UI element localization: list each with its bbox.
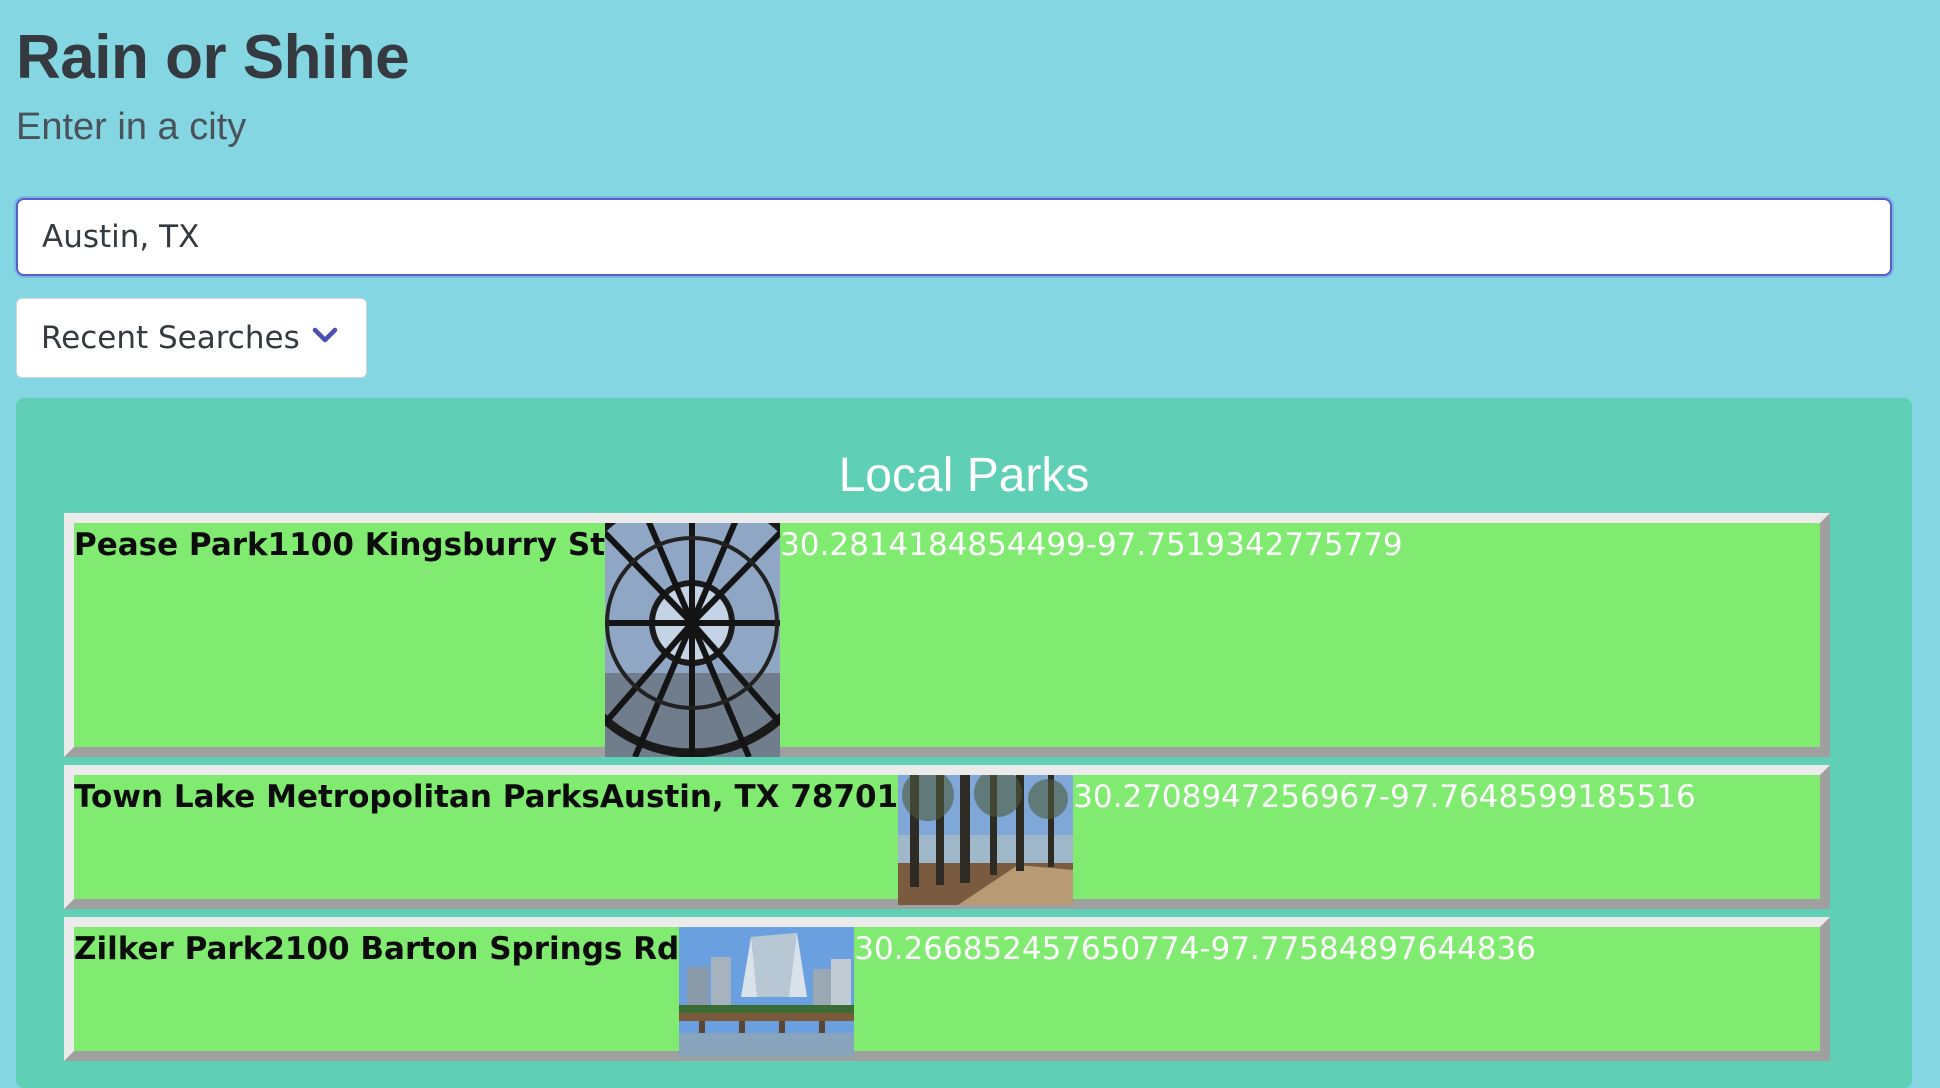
park-coordinates: 30.2814184854499-97.7519342775779 xyxy=(780,527,1403,563)
town-lake-photo xyxy=(898,775,1074,905)
park-name-address: Zilker Park2100 Barton Springs Rd xyxy=(74,931,680,967)
park-list: Pease Park1100 Kingsburry St 30.28141848… xyxy=(64,513,1830,1069)
recent-searches-dropdown[interactable]: Recent Searches xyxy=(16,298,367,378)
recent-searches-label: Recent Searches xyxy=(41,320,300,356)
park-item[interactable]: Zilker Park2100 Barton Springs Rd 30.266… xyxy=(64,917,1830,1061)
local-parks-heading: Local Parks xyxy=(838,449,1090,502)
city-search-input[interactable] xyxy=(16,198,1892,276)
chevron-down-icon xyxy=(312,327,338,343)
park-name-address: Pease Park1100 Kingsburry St xyxy=(74,527,606,563)
zilker-park-photo xyxy=(679,927,855,1057)
app-subtitle: Enter in a city xyxy=(16,106,247,148)
local-parks-panel: Local Parks Pease Park1100 Kingsburry St xyxy=(16,398,1912,1088)
pease-park-photo xyxy=(605,523,781,757)
park-name-address: Town Lake Metropolitan ParksAustin, TX 7… xyxy=(74,779,899,815)
app-title: Rain or Shine xyxy=(16,23,410,92)
park-coordinates: 30.2708947256967-97.7648599185516 xyxy=(1073,779,1696,815)
park-item[interactable]: Pease Park1100 Kingsburry St 30.28141848… xyxy=(64,513,1830,757)
park-item[interactable]: Town Lake Metropolitan ParksAustin, TX 7… xyxy=(64,765,1830,909)
park-coordinates: 30.266852457650774-97.77584897644836 xyxy=(854,931,1536,967)
